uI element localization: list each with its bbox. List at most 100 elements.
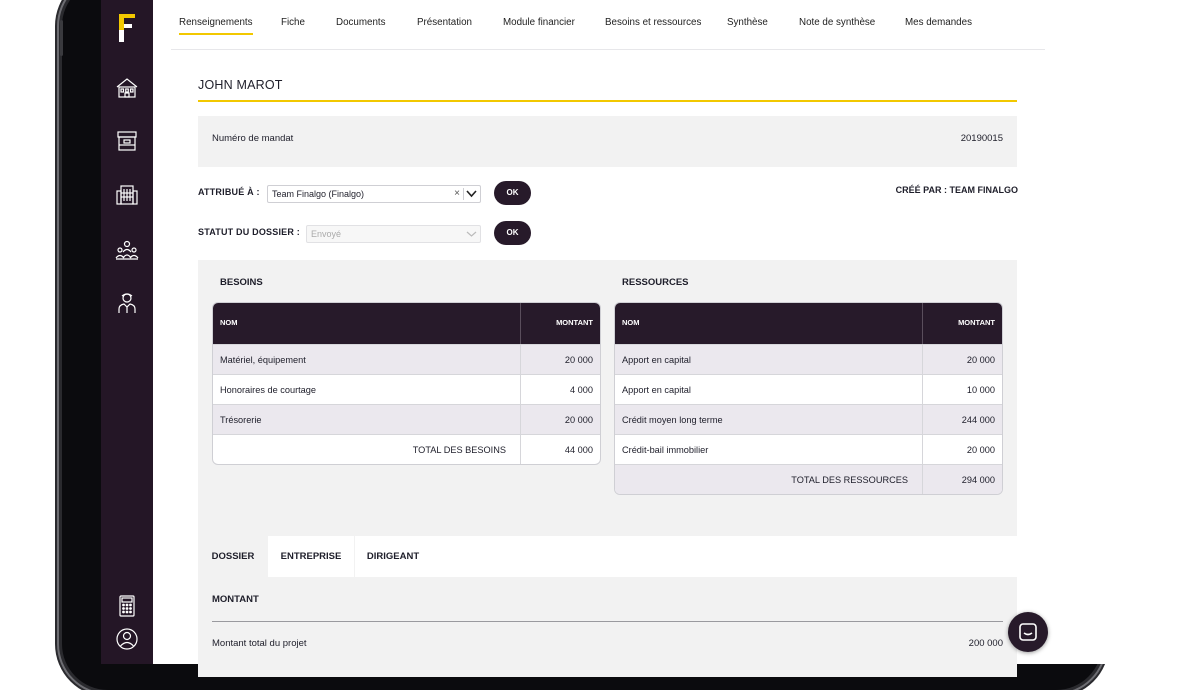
status-select[interactable]: Envoyé [306,225,481,243]
mandate-number: 20190015 [960,133,1003,144]
row-name: Crédit moyen long terme [622,415,723,425]
total-row: TOTAL DES BESOINS 44 000 [213,434,600,464]
montant-panel: MONTANT Montant total du projet 200 000 [198,577,1017,677]
table-row: Honoraires de courtage 4 000 [213,374,600,404]
tab-besoins-ressources[interactable]: Besoins et ressources [605,17,701,28]
column-header-nom: NOM [622,318,640,327]
assigned-select[interactable]: Team Finalgo (Finalgo) × [267,185,481,203]
row-amount: 10 000 [966,385,995,395]
table-header: NOM MONTANT [213,303,600,344]
team-icon[interactable] [115,238,139,262]
column-divider [520,375,521,404]
row-amount: 20 000 [564,355,593,365]
client-name: JOHN MAROT [198,78,283,92]
column-header-nom: NOM [220,318,238,327]
status-label: STATUT DU DOSSIER : [198,227,300,237]
project-total-value: 200 000 [968,638,1003,649]
row-amount: 20 000 [966,355,995,365]
chat-button[interactable] [1008,612,1048,652]
table-row: Trésorerie 20 000 [213,404,600,434]
tablet-volume-button [60,20,63,56]
detail-tabs: DOSSIER ENTREPRISE DIRIGEANT [198,536,1017,577]
tab-dirigeant[interactable]: DIRIGEANT [355,536,431,577]
row-name: Honoraires de courtage [220,385,317,395]
details-section: DOSSIER ENTREPRISE DIRIGEANT MONTANT Mon… [198,536,1017,677]
column-header-montant: MONTANT [958,318,995,327]
advisor-icon[interactable] [115,291,139,315]
besoins-ressources-panel: BESOINS RESSOURCES NOM MONTANT Matériel,… [198,260,1017,536]
finalgo-logo [119,14,135,42]
column-divider [520,405,521,434]
title-underline [198,100,1017,102]
column-divider [922,375,923,404]
mandate-label: Numéro de mandat [212,133,294,144]
table-row: Apport en capital 10 000 [615,374,1002,404]
tab-renseignements[interactable]: Renseignements [179,17,253,35]
tab-entreprise[interactable]: ENTREPRISE [268,536,354,577]
calculator-icon[interactable] [115,594,139,618]
top-navigation: Renseignements Fiche Documents Présentat… [171,0,1045,50]
column-divider [922,405,923,434]
status-ok-button[interactable]: OK [494,221,531,245]
ressources-table: NOM MONTANT Apport en capital 20 000 App… [614,302,1003,495]
column-header-montant: MONTANT [556,318,593,327]
mandate-panel: Numéro de mandat 20190015 [198,116,1017,167]
tab-module-financier[interactable]: Module financier [503,17,575,28]
total-label: TOTAL DES BESOINS [412,445,506,455]
clear-icon[interactable]: × [454,188,460,199]
created-by: CRÉÉ PAR : TEAM FINALGO [895,185,1018,195]
total-label: TOTAL DES RESSOURCES [791,475,908,485]
assigned-ok-button[interactable]: OK [494,181,531,205]
column-divider [922,465,923,494]
tab-note-synthese[interactable]: Note de synthèse [799,17,875,28]
row-name: Apport en capital [622,385,691,395]
montant-divider [212,621,1003,622]
column-divider [922,345,923,374]
assigned-value: Team Finalgo (Finalgo) [272,189,365,199]
home-icon[interactable] [115,76,139,100]
buildings-icon[interactable] [115,183,139,207]
tab-dossier[interactable]: DOSSIER [198,536,268,577]
row-amount: 20 000 [564,415,593,425]
ressources-title: RESSOURCES [622,277,689,288]
tab-presentation[interactable]: Présentation [417,17,472,28]
table-row: Crédit-bail immobilier 20 000 [615,434,1002,464]
main-content: Renseignements Fiche Documents Présentat… [153,0,1060,677]
project-total-label: Montant total du projet [212,638,307,649]
user-profile-icon[interactable] [115,627,139,651]
montant-title: MONTANT [212,594,259,605]
row-amount: 244 000 [961,415,995,425]
row-name: Matériel, équipement [220,355,306,365]
row-name: Trésorerie [220,415,262,425]
table-row: Crédit moyen long terme 244 000 [615,404,1002,434]
archive-box-icon[interactable] [115,129,139,153]
chevron-down-icon[interactable] [466,229,477,239]
tabs-filler [431,536,1017,577]
chevron-down-icon[interactable] [466,189,477,199]
row-amount: 4 000 [570,385,593,395]
total-amount: 44 000 [564,445,593,455]
column-divider [520,345,521,374]
chat-icon [1019,623,1037,641]
status-placeholder: Envoyé [311,229,342,239]
assigned-label: ATTRIBUÉ À : [198,187,260,197]
tab-documents[interactable]: Documents [336,17,386,28]
sidebar [101,0,153,664]
tab-synthese[interactable]: Synthèse [727,17,768,28]
table-row: Apport en capital 20 000 [615,344,1002,374]
tab-mes-demandes[interactable]: Mes demandes [905,17,972,28]
tab-fiche[interactable]: Fiche [281,17,305,28]
table-row: Matériel, équipement 20 000 [213,344,600,374]
column-divider [922,435,923,464]
table-header: NOM MONTANT [615,303,1002,344]
row-name: Crédit-bail immobilier [622,445,709,455]
select-separator [463,188,464,200]
column-divider [922,303,923,344]
total-row: TOTAL DES RESSOURCES 294 000 [615,464,1002,494]
row-amount: 20 000 [966,445,995,455]
column-divider [520,435,521,464]
total-amount: 294 000 [961,475,995,485]
besoins-title: BESOINS [220,277,263,288]
column-divider [520,303,521,344]
row-name: Apport en capital [622,355,691,365]
